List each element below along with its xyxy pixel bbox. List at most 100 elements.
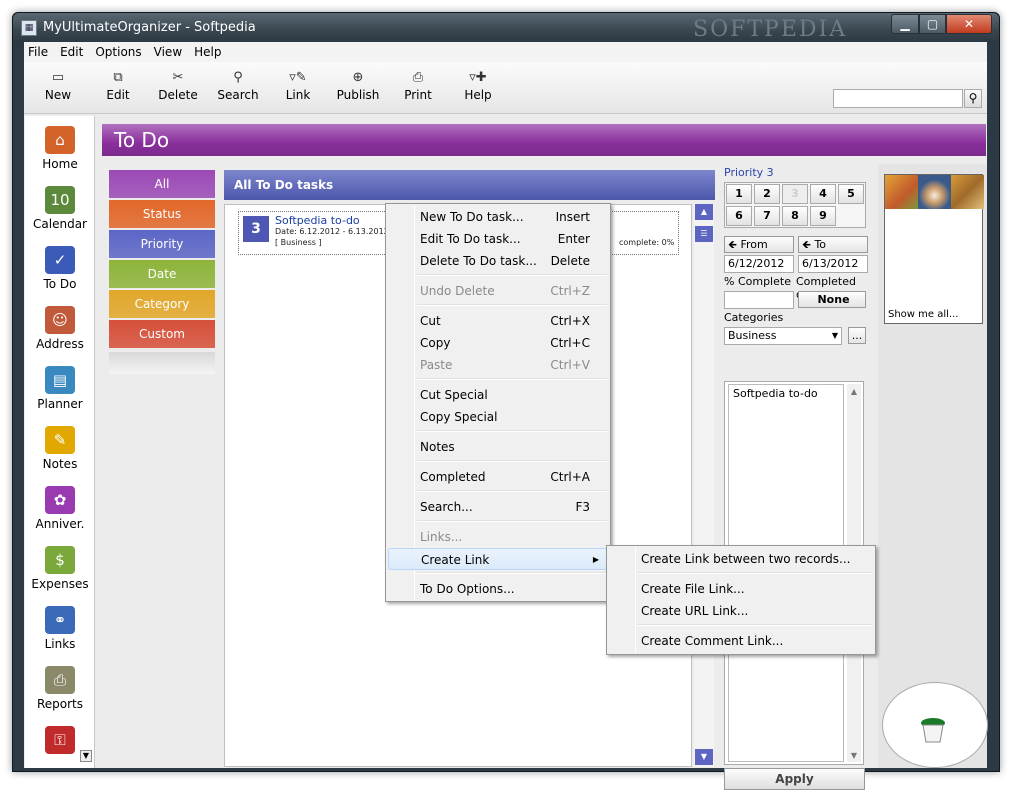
sidebar-item-anniver[interactable]: ✿ Anniver. xyxy=(25,478,94,538)
context-menu-item-delete-to-do-task[interactable]: Delete To Do task... Delete xyxy=(388,250,608,272)
priority-cell-8[interactable]: 8 xyxy=(782,206,808,226)
menu-item-shortcut: F3 xyxy=(575,500,590,514)
sidebar-item-expenses[interactable]: $ Expenses xyxy=(25,538,94,598)
sidebar-item-home[interactable]: ⌂ Home xyxy=(25,118,94,178)
filter-tab-status[interactable]: Status xyxy=(109,200,215,228)
maximize-button[interactable]: ▢ xyxy=(919,14,946,34)
sidebar-item-links[interactable]: ⚭ Links xyxy=(25,598,94,658)
minimize-button[interactable]: ▁ xyxy=(891,14,919,34)
priority-cell-5[interactable]: 5 xyxy=(838,184,864,204)
toolbar-new-button[interactable]: ▭ New xyxy=(28,62,88,114)
sidebar-item-todo[interactable]: ✓ To Do xyxy=(25,238,94,298)
toolbar-search-button[interactable]: ⚲ Search xyxy=(208,62,268,114)
priority-cell-3[interactable]: 3 xyxy=(782,184,808,204)
menu-item-label: Undo Delete xyxy=(420,284,495,298)
sidebar-item-address[interactable]: ☺ Address xyxy=(25,298,94,358)
submenu-item-create-file-link[interactable]: Create File Link... xyxy=(609,578,873,600)
submenu-item-create-link-between-two-records[interactable]: Create Link between two records... xyxy=(609,548,873,570)
context-menu-item-copy-special[interactable]: Copy Special xyxy=(388,406,608,428)
sidebar-item-planner[interactable]: ▤ Planner xyxy=(25,358,94,418)
close-button[interactable]: ✕ xyxy=(946,14,992,34)
menu-item-shortcut: Ctrl+C xyxy=(550,336,590,350)
toolbar-delete-button[interactable]: ✂ Delete xyxy=(148,62,208,114)
from-button[interactable]: 🡸 From xyxy=(724,236,794,253)
menu-help[interactable]: Help xyxy=(188,42,227,62)
context-menu-item-copy[interactable]: Copy Ctrl+C xyxy=(388,332,608,354)
title-bar[interactable]: ▦ MyUltimateOrganizer - Softpedia SOFTPE… xyxy=(13,13,999,43)
menu-view[interactable]: View xyxy=(148,42,188,62)
priority-grid: 12345 6789 xyxy=(724,182,866,228)
filter-tab-custom[interactable]: Custom xyxy=(109,320,215,348)
completed-on-button[interactable]: None xyxy=(798,291,866,308)
menu-item-shortcut: Ctrl+X xyxy=(550,314,590,328)
from-date-field[interactable]: 6/12/2012 xyxy=(724,255,794,273)
context-menu-item-create-link[interactable]: Create Link ▶ xyxy=(388,548,608,570)
sidebar-item-notes[interactable]: ✎ Notes xyxy=(25,418,94,478)
apply-button[interactable]: Apply xyxy=(724,768,865,790)
scroll-up-button[interactable]: ▲ xyxy=(695,204,713,220)
submenu-item-create-url-link[interactable]: Create URL Link... xyxy=(609,600,873,622)
menu-item-label: Create Comment Link... xyxy=(641,634,784,648)
category-select[interactable]: Business ▼ xyxy=(724,327,842,345)
photo-thumbnail-autumn[interactable] xyxy=(885,175,918,209)
sidebar-scroll-down-button[interactable]: ▼ xyxy=(80,750,92,762)
menu-edit[interactable]: Edit xyxy=(54,42,89,62)
priority-cell-7[interactable]: 7 xyxy=(754,206,780,226)
links-icon: ⚭ xyxy=(45,606,75,634)
menu-options[interactable]: Options xyxy=(89,42,147,62)
priority-cell-2[interactable]: 2 xyxy=(754,184,780,204)
menu-separator xyxy=(417,572,607,574)
to-date-field[interactable]: 6/13/2012 xyxy=(798,255,868,273)
filter-tab-all[interactable]: All xyxy=(109,170,215,198)
context-menu-item-to-do-options[interactable]: To Do Options... xyxy=(388,578,608,600)
scroll-down-button[interactable]: ▼ xyxy=(695,749,713,765)
new-icon: ▭ xyxy=(51,70,65,85)
toolbar-publish-button[interactable]: ⊕ Publish xyxy=(328,62,388,114)
toolbar-print-button[interactable]: ⎙ Print xyxy=(388,62,448,114)
submenu-item-create-comment-link[interactable]: Create Comment Link... xyxy=(609,630,873,652)
task-detail-panel: Priority 3 12345 6789 🡸 From 🡸 To 6/12/20… xyxy=(724,164,869,790)
context-menu-item-cut[interactable]: Cut Ctrl+X xyxy=(388,310,608,332)
context-menu-item-cut-special[interactable]: Cut Special xyxy=(388,384,608,406)
filter-tab-priority[interactable]: Priority xyxy=(109,230,215,258)
search-input[interactable] xyxy=(833,89,963,108)
toolbar-edit-button[interactable]: ⧉ Edit xyxy=(88,62,148,114)
context-menu-item-search[interactable]: Search... F3 xyxy=(388,496,608,518)
photo-thumbnail-leaves[interactable] xyxy=(951,175,984,209)
menu-item-label: Links... xyxy=(420,530,463,544)
toolbar-link-button[interactable]: ▿✎ Link xyxy=(268,62,328,114)
filter-tab-date[interactable]: Date xyxy=(109,260,215,288)
filter-tabs: All Status Priority Date Category Custom xyxy=(109,170,217,376)
chevron-down-icon: ▼ xyxy=(831,331,838,340)
percent-complete-field[interactable] xyxy=(724,291,794,309)
context-menu-item-new-to-do-task[interactable]: New To Do task... Insert xyxy=(388,206,608,228)
menu-item-label: Copy Special xyxy=(420,410,498,424)
list-header: All To Do tasks xyxy=(224,170,715,200)
priority-cell-6[interactable]: 6 xyxy=(726,206,752,226)
search-button[interactable]: ⚲ xyxy=(964,89,982,108)
context-menu-item-notes[interactable]: Notes xyxy=(388,436,608,458)
scroll-thumb[interactable]: ☰ xyxy=(695,226,713,242)
toolbar-label: Edit xyxy=(106,88,130,102)
photo-thumbnail-coffee[interactable] xyxy=(918,175,951,209)
sidebar-item-calendar[interactable]: 10 Calendar xyxy=(25,178,94,238)
menu-separator xyxy=(638,572,872,574)
context-menu-item-completed[interactable]: Completed Ctrl+A xyxy=(388,466,608,488)
menu-file[interactable]: File xyxy=(24,42,54,62)
sidebar-item-reports[interactable]: ⎙ Reports xyxy=(25,658,94,718)
toolbar-label: Delete xyxy=(158,88,198,102)
menu-item-label: Completed xyxy=(420,470,486,484)
planner-icon: ▤ xyxy=(45,366,75,394)
priority-cell-4[interactable]: 4 xyxy=(810,184,836,204)
list-scrollbar[interactable]: ▲ ☰ ▼ xyxy=(694,204,714,767)
filter-tab-category[interactable]: Category xyxy=(109,290,215,318)
toolbar-label: Help xyxy=(464,88,492,102)
context-menu-item-edit-to-do-task[interactable]: Edit To Do task... Enter xyxy=(388,228,608,250)
to-button[interactable]: 🡸 To xyxy=(798,236,868,253)
priority-cell-1[interactable]: 1 xyxy=(726,184,752,204)
menu-item-label: Copy xyxy=(420,336,451,350)
category-browse-button[interactable]: ... xyxy=(848,327,866,344)
toolbar-help-button[interactable]: ▿✚ Help xyxy=(448,62,508,114)
show-all-link[interactable]: Show me all... xyxy=(888,309,958,320)
priority-cell-9[interactable]: 9 xyxy=(810,206,836,226)
